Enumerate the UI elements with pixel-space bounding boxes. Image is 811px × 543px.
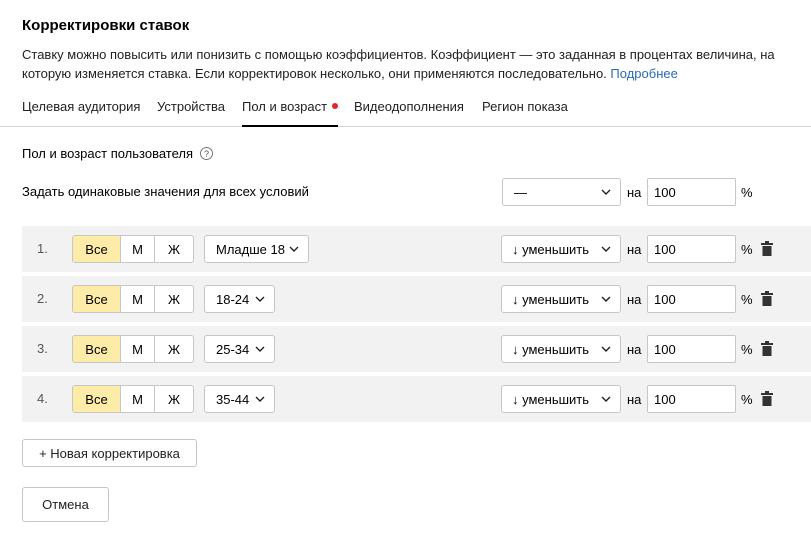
- on-label: на: [627, 392, 642, 407]
- adjustment-row: 1. Все М Ж Младше 18 ↓ уменьшить на 100 …: [22, 226, 811, 272]
- tab-label: Целевая аудитория: [22, 99, 141, 114]
- age-select[interactable]: Младше 18: [204, 235, 309, 263]
- tab-target-audience[interactable]: Целевая аудитория: [22, 99, 140, 127]
- chevron-down-icon: [601, 346, 611, 352]
- help-icon[interactable]: ?: [200, 147, 214, 160]
- value-input[interactable]: 100: [647, 335, 736, 363]
- all-conditions-label: Задать одинаковые значения для всех усло…: [22, 184, 309, 199]
- select-value: ↓ уменьшить: [512, 341, 590, 357]
- gender-segment: Все М Ж: [72, 385, 194, 413]
- select-value: 25-34: [216, 341, 250, 357]
- tab-region[interactable]: Регион показа: [482, 99, 568, 127]
- age-select[interactable]: 18-24: [204, 285, 275, 313]
- chevron-down-icon: [289, 246, 299, 252]
- value-input[interactable]: 100: [647, 235, 736, 263]
- gender-female-button[interactable]: Ж: [155, 336, 193, 362]
- section-label-text: Пол и возраст пользователя: [22, 146, 194, 161]
- gender-male-button[interactable]: М: [121, 286, 155, 312]
- chevron-down-icon: [601, 246, 611, 252]
- on-label: на: [627, 185, 642, 200]
- notification-dot: [332, 103, 339, 109]
- adjustment-row: 2. Все М Ж 18-24 ↓ уменьшить на 100 %: [22, 276, 811, 322]
- row-number: 2.: [37, 291, 48, 306]
- value-input[interactable]: 100: [647, 385, 736, 413]
- gender-segment: Все М Ж: [72, 335, 194, 363]
- trash-icon[interactable]: [761, 291, 773, 306]
- row-number: 3.: [37, 341, 48, 356]
- select-value: —: [514, 184, 527, 200]
- select-value: ↓ уменьшить: [512, 241, 590, 257]
- trash-icon[interactable]: [761, 391, 773, 406]
- all-conditions-select[interactable]: —: [502, 178, 621, 206]
- gender-female-button[interactable]: Ж: [155, 236, 193, 262]
- section-label: Пол и возраст пользователя ?: [22, 146, 214, 161]
- gender-female-button[interactable]: Ж: [155, 386, 193, 412]
- on-label: на: [627, 342, 642, 357]
- more-link[interactable]: Подробнее: [610, 66, 677, 81]
- tab-label: Пол и возраст: [242, 99, 328, 114]
- tab-gender-age[interactable]: Пол и возраст: [242, 99, 339, 127]
- row-number: 4.: [37, 391, 48, 406]
- trash-icon[interactable]: [761, 241, 773, 256]
- value-input[interactable]: 100: [647, 285, 736, 313]
- chevron-down-icon: [601, 189, 611, 195]
- adjustment-row: 4. Все М Ж 35-44 ↓ уменьшить на 100 %: [22, 376, 811, 422]
- action-select[interactable]: ↓ уменьшить: [501, 385, 621, 413]
- row-number: 1.: [37, 241, 48, 256]
- select-value: 35-44: [216, 391, 250, 407]
- action-select[interactable]: ↓ уменьшить: [501, 335, 621, 363]
- tab-video-extensions[interactable]: Видеодополнения: [354, 99, 464, 127]
- percent-label: %: [741, 242, 753, 257]
- tab-label: Регион показа: [482, 99, 568, 114]
- select-value: ↓ уменьшить: [512, 391, 590, 407]
- gender-segment: Все М Ж: [72, 285, 194, 313]
- percent-label: %: [741, 185, 753, 200]
- all-conditions-value-input[interactable]: 100: [647, 178, 736, 206]
- percent-label: %: [741, 342, 753, 357]
- gender-male-button[interactable]: М: [121, 236, 155, 262]
- age-select[interactable]: 25-34: [204, 335, 275, 363]
- adjustment-row: 3. Все М Ж 25-34 ↓ уменьшить на 100 %: [22, 326, 811, 372]
- add-adjustment-button[interactable]: + Новая корректировка: [22, 439, 197, 467]
- select-value: 18-24: [216, 291, 250, 307]
- on-label: на: [627, 242, 642, 257]
- action-select[interactable]: ↓ уменьшить: [501, 285, 621, 313]
- action-select[interactable]: ↓ уменьшить: [501, 235, 621, 263]
- tab-devices[interactable]: Устройства: [157, 99, 225, 127]
- tab-label: Устройства: [157, 99, 226, 114]
- chevron-down-icon: [255, 396, 265, 402]
- chevron-down-icon: [601, 296, 611, 302]
- chevron-down-icon: [255, 346, 265, 352]
- tabs-bar: Целевая аудитория Устройства Пол и возра…: [0, 99, 811, 127]
- gender-all-button[interactable]: Все: [73, 286, 121, 312]
- gender-male-button[interactable]: М: [121, 386, 155, 412]
- age-select[interactable]: 35-44: [204, 385, 275, 413]
- chevron-down-icon: [255, 296, 265, 302]
- gender-male-button[interactable]: М: [121, 336, 155, 362]
- page-title: Корректировки ставок: [22, 17, 190, 34]
- percent-label: %: [741, 292, 753, 307]
- tab-label: Видеодополнения: [354, 99, 464, 114]
- gender-all-button[interactable]: Все: [73, 236, 121, 262]
- on-label: на: [627, 292, 642, 307]
- select-value: ↓ уменьшить: [512, 291, 590, 307]
- chevron-down-icon: [601, 396, 611, 402]
- select-value: Младше 18: [216, 241, 285, 257]
- gender-all-button[interactable]: Все: [73, 336, 121, 362]
- description: Ставку можно повысить или понизить с пом…: [22, 45, 792, 83]
- gender-segment: Все М Ж: [72, 235, 194, 263]
- trash-icon[interactable]: [761, 341, 773, 356]
- gender-all-button[interactable]: Все: [73, 386, 121, 412]
- cancel-button[interactable]: Отмена: [22, 487, 109, 522]
- gender-female-button[interactable]: Ж: [155, 286, 193, 312]
- percent-label: %: [741, 392, 753, 407]
